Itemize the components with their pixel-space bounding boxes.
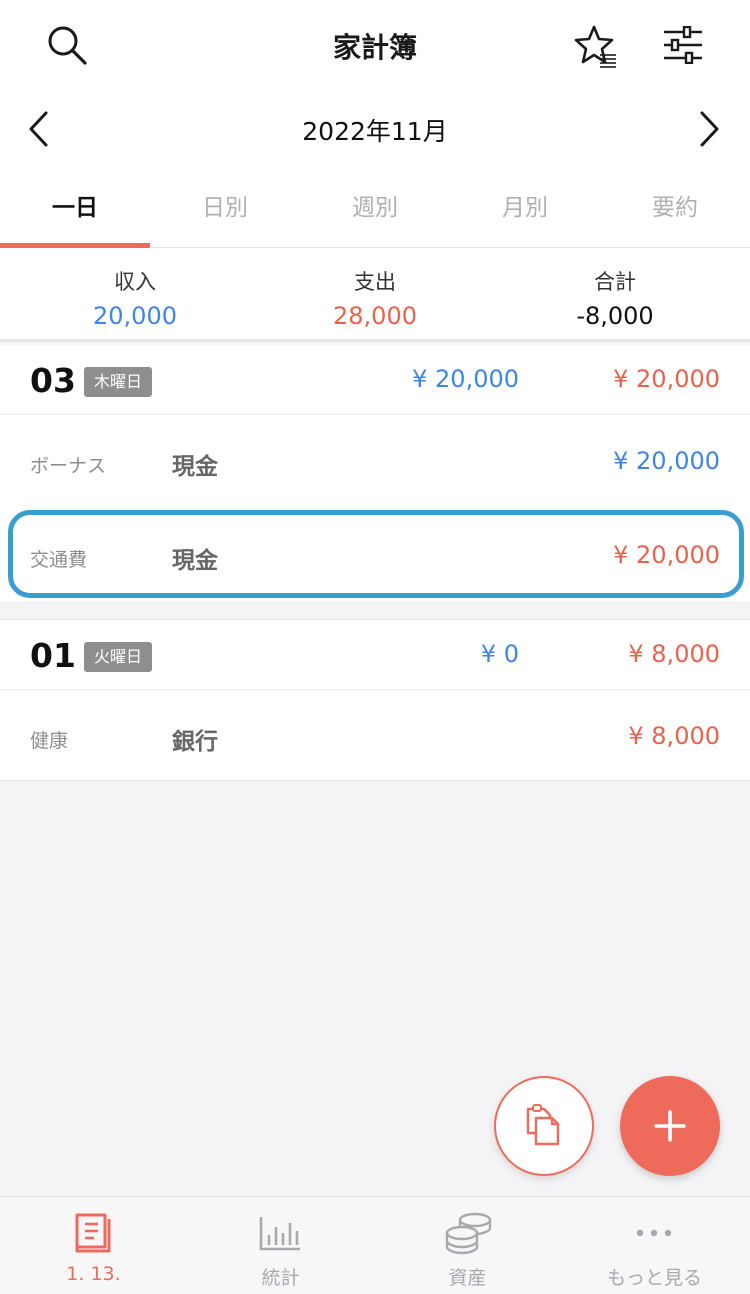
tab-by-day[interactable]: 日別 bbox=[150, 170, 300, 248]
balance-summary: 合計 -8,000 bbox=[490, 266, 740, 330]
top-app-bar: 家計簿 bbox=[0, 0, 750, 90]
nav-item-ledger[interactable]: 1. 13. bbox=[0, 1197, 187, 1294]
day-header[interactable]: 03 木曜日 ¥ 20,000 ¥ 20,000 bbox=[0, 345, 750, 415]
income-summary: 収入 20,000 bbox=[10, 266, 260, 330]
day-number: 01 bbox=[30, 636, 76, 675]
nav-label: 資産 bbox=[448, 1267, 487, 1289]
expense-label: 支出 bbox=[354, 270, 396, 294]
chevron-right-icon[interactable] bbox=[696, 110, 722, 148]
transaction-amount: ¥ 8,000 bbox=[628, 722, 720, 750]
weekday-badge: 木曜日 bbox=[84, 367, 153, 397]
star-list-icon[interactable] bbox=[574, 24, 620, 68]
coins-icon bbox=[445, 1212, 492, 1255]
day-group: 01 火曜日 ¥ 0 ¥ 8,000 健康 銀行 ¥ 8,000 bbox=[0, 619, 750, 781]
transaction-account: 現金 bbox=[172, 548, 218, 574]
income-total: 20,000 bbox=[93, 302, 177, 330]
transaction-row[interactable]: ボーナス 現金 ¥ 20,000 bbox=[0, 415, 750, 509]
tab-by-month[interactable]: 月別 bbox=[450, 170, 600, 248]
expense-total: 28,000 bbox=[333, 302, 417, 330]
nav-item-more[interactable]: もっと見る bbox=[561, 1197, 748, 1294]
nav-label: 1. 13. bbox=[66, 1263, 121, 1285]
transaction-row[interactable]: 健康 銀行 ¥ 8,000 bbox=[0, 690, 750, 784]
add-transaction-button[interactable] bbox=[620, 1076, 720, 1176]
page-title: 家計簿 bbox=[332, 31, 417, 64]
transaction-category: 交通費 bbox=[30, 549, 88, 571]
copy-icon bbox=[526, 1104, 560, 1146]
transaction-account: 現金 bbox=[172, 454, 218, 480]
transaction-account: 銀行 bbox=[172, 729, 218, 755]
expense-summary: 支出 28,000 bbox=[250, 266, 500, 330]
bar-chart-icon bbox=[259, 1217, 300, 1251]
tab-by-week[interactable]: 週別 bbox=[300, 170, 450, 248]
day-expense: ¥ 8,000 bbox=[628, 640, 720, 668]
day-number: 03 bbox=[30, 361, 76, 400]
view-tabs: 一日 日別 週別 月別 要約 bbox=[0, 170, 750, 248]
day-header[interactable]: 01 火曜日 ¥ 0 ¥ 8,000 bbox=[0, 620, 750, 690]
more-dots-icon bbox=[636, 1229, 672, 1237]
day-group: 03 木曜日 ¥ 20,000 ¥ 20,000 ボーナス 現金 ¥ 20,00… bbox=[0, 345, 750, 601]
filter-sliders-icon[interactable] bbox=[662, 26, 704, 64]
total-label: 合計 bbox=[594, 270, 636, 294]
income-label: 収入 bbox=[114, 270, 156, 294]
transaction-row[interactable]: 交通費 現金 ¥ 20,000 bbox=[0, 509, 750, 603]
transaction-amount: ¥ 20,000 bbox=[613, 541, 720, 569]
nav-item-assets[interactable]: 資産 bbox=[374, 1197, 561, 1294]
transaction-category: 健康 bbox=[30, 730, 69, 752]
tab-daily-list[interactable]: 一日 bbox=[0, 170, 150, 248]
copy-button[interactable] bbox=[494, 1076, 594, 1176]
month-navigator: 2022年11月 bbox=[0, 90, 750, 170]
nav-label: 統計 bbox=[261, 1267, 300, 1289]
current-month: 2022年11月 bbox=[302, 117, 448, 146]
book-icon bbox=[75, 1213, 111, 1253]
tab-summary[interactable]: 要約 bbox=[600, 170, 750, 248]
balance-total: -8,000 bbox=[576, 302, 654, 330]
day-expense: ¥ 20,000 bbox=[613, 365, 720, 393]
transaction-category: ボーナス bbox=[30, 455, 107, 477]
nav-label: もっと見る bbox=[606, 1267, 702, 1289]
day-income: ¥ 20,000 bbox=[412, 365, 519, 393]
month-summary: 収入 20,000 支出 28,000 合計 -8,000 bbox=[0, 248, 750, 342]
weekday-badge: 火曜日 bbox=[84, 642, 153, 672]
nav-item-stats[interactable]: 統計 bbox=[187, 1197, 374, 1294]
plus-icon bbox=[654, 1110, 686, 1142]
day-income: ¥ 0 bbox=[480, 640, 519, 668]
bottom-tab-bar: 1. 13. 統計 資産 もっと見る bbox=[0, 1196, 750, 1294]
transaction-amount: ¥ 20,000 bbox=[613, 447, 720, 475]
